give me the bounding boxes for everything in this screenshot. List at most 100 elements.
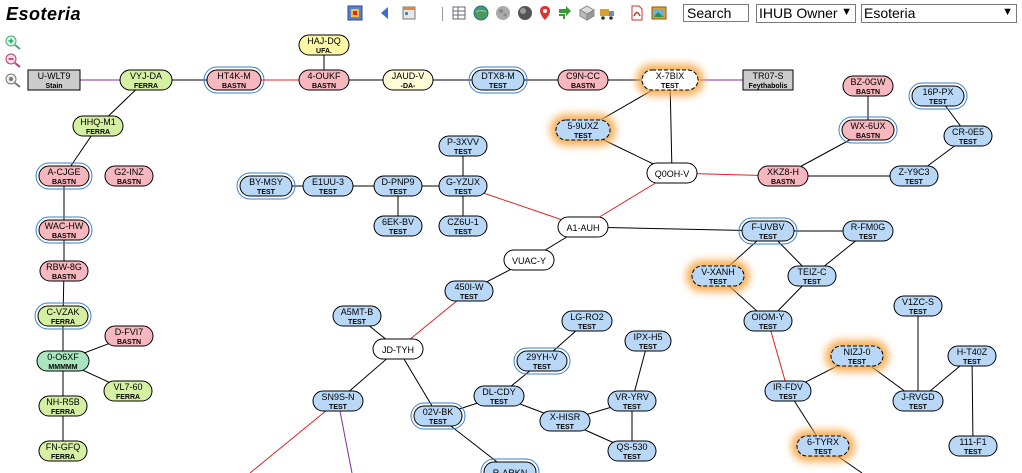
system-name: WAC-HW (45, 221, 84, 231)
system-node[interactable]: Q0OH-V (646, 162, 698, 184)
system-node[interactable]: DL-CDY TEST (473, 385, 525, 407)
system-node[interactable]: 5-9UXZ TEST (550, 114, 616, 146)
system-name: X-HISR (550, 412, 581, 422)
system-node[interactable]: CZ6U-1 TEST (438, 215, 488, 237)
system-node[interactable]: QS-530 TEST (607, 440, 657, 462)
system-name: A5MT-B (341, 307, 374, 317)
system-name: TEIZ-C (798, 267, 827, 277)
system-name: E1UU-3 (312, 177, 344, 187)
system-node[interactable]: RBW-8G BASTN (39, 260, 89, 282)
system-name: 111-F1 (959, 437, 986, 447)
system-node[interactable]: WX-6UX BASTN (838, 116, 898, 144)
system-node[interactable]: X-7BIX TEST (636, 64, 704, 96)
system-node[interactable]: C-VZAK FERRA (34, 302, 92, 330)
system-node[interactable]: R-ARKN (480, 458, 540, 473)
system-node[interactable]: 6EK-BV TEST (373, 215, 423, 237)
system-sovereignty: TEST (929, 99, 948, 106)
system-name: D-FVI7 (115, 327, 144, 337)
system-node[interactable]: 111-F1 TEST (948, 435, 998, 457)
system-node[interactable]: H-T40Z TEST (947, 345, 997, 367)
system-node[interactable]: HAJ-DQ UFA. (298, 34, 350, 56)
system-node[interactable]: JD-TYH (372, 338, 424, 360)
system-node[interactable]: R-FM0G TEST (842, 220, 894, 242)
system-sovereignty: TEST (709, 279, 728, 286)
system-node[interactable]: NH-R5B FERRA (38, 395, 88, 417)
system-node[interactable]: IPX-H5 TEST (624, 330, 672, 352)
system-node[interactable]: D-PNP9 TEST (373, 175, 423, 197)
system-node[interactable]: 450I-W TEST (444, 280, 494, 302)
system-node[interactable]: BY-MSY TEST (236, 172, 296, 200)
system-node[interactable]: D-FVI7 BASTN (104, 325, 154, 347)
system-node[interactable]: A-CJGE BASTN (35, 162, 93, 190)
system-node[interactable]: TR07-S Feythabolis (742, 69, 794, 91)
system-node[interactable]: E1UU-3 TEST (302, 175, 354, 197)
system-node[interactable]: C9N-CC BASTN (557, 69, 609, 91)
system-name: HHQ-M1 (80, 117, 116, 127)
system-node[interactable]: 4-OUKF BASTN (298, 69, 350, 91)
system-name: A1-AUH (566, 223, 599, 233)
system-sovereignty: TEST (639, 344, 658, 351)
system-node[interactable]: VR-YRV TEST (607, 390, 657, 412)
system-node[interactable]: NIZJ-0 TEST (825, 340, 889, 372)
system-sovereignty: TEST (661, 83, 680, 90)
system-node[interactable]: JAUD-V -DA- (382, 69, 434, 91)
system-node[interactable]: HHQ-M1 FERRA (72, 115, 124, 137)
system-name: C-VZAK (46, 307, 79, 317)
system-node[interactable]: F-UVBV TEST (738, 217, 798, 245)
system-node[interactable]: A1-AUH (557, 216, 609, 238)
system-sovereignty: Feythabolis (749, 83, 788, 90)
system-node[interactable]: U-WLT9 Stain (27, 69, 81, 91)
system-sovereignty: TEST (859, 234, 878, 241)
system-node[interactable]: 29YH-V TEST (513, 347, 571, 375)
system-node[interactable]: HT4K-M BASTN (203, 66, 265, 94)
system-node[interactable]: J-RVGD TEST (892, 390, 944, 412)
system-node[interactable]: VL7-60 FERRA (103, 380, 153, 402)
system-name: IR-FDV (773, 382, 803, 392)
system-node[interactable]: TEIZ-C TEST (787, 265, 837, 287)
system-node[interactable]: LG-RO2 TEST (561, 310, 613, 332)
system-name: JAUD-V (392, 71, 425, 81)
system-node[interactable]: P-3XVV TEST (438, 135, 488, 157)
system-name: V1ZC-S (902, 297, 934, 307)
system-name: 450I-W (454, 282, 484, 292)
system-node[interactable]: V1ZC-S TEST (893, 295, 943, 317)
system-node[interactable]: VYJ-DA FERRA (119, 69, 173, 91)
system-name: TR07-S (752, 71, 783, 81)
system-node[interactable]: V-XANH TEST (686, 260, 750, 292)
gate-connection-stub (249, 400, 339, 473)
system-name: OIOM-Y (752, 312, 785, 322)
system-sovereignty: TEST (533, 364, 552, 371)
system-node[interactable]: BZ-0GW BASTN (842, 75, 894, 97)
system-sovereignty: TEST (574, 133, 593, 140)
system-sovereignty: FERRA (116, 394, 140, 401)
system-node[interactable]: IR-FDV TEST (764, 380, 812, 402)
system-node[interactable]: Z-Y9C3 TEST (889, 165, 939, 187)
system-node[interactable]: VUAC-Y (503, 249, 555, 271)
system-sovereignty: TEST (257, 189, 276, 196)
system-node[interactable]: SN9S-N TEST (312, 390, 364, 412)
system-node[interactable]: CR-0E5 TEST (943, 125, 993, 147)
system-node[interactable]: XKZ8-H BASTN (757, 165, 809, 187)
system-node[interactable]: G-YZUX TEST (438, 175, 488, 197)
system-node[interactable]: 6-TYRX TEST (791, 430, 855, 462)
system-sovereignty: UFA. (316, 48, 332, 55)
system-sovereignty: BASTN (117, 339, 141, 346)
system-node[interactable]: A5MT-B TEST (332, 305, 382, 327)
system-node[interactable]: 0-O6XF MMMMM (36, 350, 90, 372)
system-node[interactable]: FN-GFQ FERRA (38, 440, 88, 462)
system-node[interactable]: 02V-BK TEST (410, 402, 466, 430)
system-sovereignty: TEST (779, 394, 798, 401)
system-node[interactable]: WAC-HW BASTN (35, 216, 93, 244)
system-sovereignty: TEST (814, 449, 833, 456)
system-node[interactable]: G2-INZ BASTN (104, 165, 154, 187)
gate-connection-stub (337, 400, 353, 473)
system-name: U-WLT9 (38, 71, 71, 81)
system-node[interactable]: OIOM-Y TEST (743, 310, 793, 332)
system-sovereignty: BASTN (117, 179, 141, 186)
system-name: WX-6UX (850, 121, 885, 131)
system-node[interactable]: 16P-PX TEST (908, 82, 968, 110)
system-node[interactable]: X-HISR TEST (539, 410, 591, 432)
system-name: FN-GFQ (46, 442, 81, 452)
system-node[interactable]: DTX8-M TEST (468, 66, 528, 94)
system-name: A-CJGE (47, 167, 80, 177)
